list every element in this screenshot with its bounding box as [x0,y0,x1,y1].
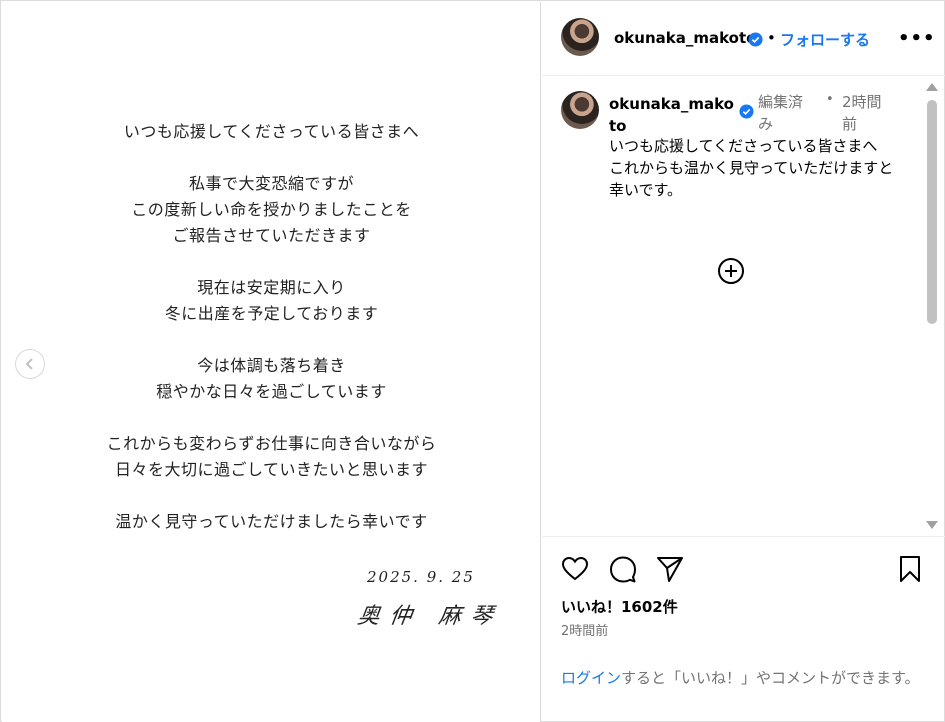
scrollbar-thumb[interactable] [927,100,937,324]
plus-circle-icon[interactable] [717,257,745,285]
more-options-icon[interactable]: ••• [898,28,936,49]
comment-username[interactable]: okunaka_makoto [609,93,734,137]
caption-text: いつも応援してくださっている皆さまへ これからも温かく見守っていただけますと幸い… [609,135,899,201]
header-separator: • [767,29,776,47]
letter-paragraph: 現在は安定期に入り 冬に出産を予定しております [2,275,541,327]
comment-timestamp[interactable]: 2時間前 [842,91,892,135]
caption-line: いつも応援してくださっている皆さまへ [609,137,878,155]
post-header: okunaka_makoto • フォローする ••• [542,2,945,76]
letter-line: 温かく見守っていただけましたら幸いです [115,512,428,531]
letter-date: 2025. 9. 25 [367,568,475,586]
verified-badge-icon [739,104,754,119]
letter-line: 今は体調も落ち着き [197,356,346,375]
avatar[interactable] [561,18,599,56]
letter-line: この度新しい命を授かりましたことを [131,200,412,219]
like-count[interactable]: いいね！1602件 [561,596,678,617]
caption-line: これからも温かく見守っていただけますと幸いです。 [609,159,894,199]
letter-line: 現在は安定期に入り [197,278,346,297]
letter-text: いつも応援してくださっている皆さまへ 私事で大変恐縮ですが この度新しい命を授か… [2,119,541,561]
post-timestamp[interactable]: 2時間前 [561,620,608,639]
previous-image-button[interactable] [15,349,45,379]
letter-paragraph: 今は体調も落ち着き 穏やかな日々を過ごしています [2,353,541,405]
letter-line: これからも変わらずお仕事に向き合いながら [106,434,437,453]
avatar[interactable] [561,91,599,129]
scroll-up-arrow[interactable] [926,83,938,91]
letter-paragraph: 温かく見守っていただけましたら幸いです [2,509,541,535]
login-prompt: ログインすると「いいね！」やコメントができます。 [561,667,931,689]
letter-line: 冬に出産を予定しております [164,304,379,323]
post-sidebar: okunaka_makoto • フォローする ••• okunaka_mako… [542,2,945,722]
letter-line: 日々を大切に過ごしていきたいと思います [114,460,429,479]
action-bar [542,551,945,591]
comments-section: okunaka_makoto 編集済み • 2時間前 いつも応援してくださってい… [542,77,945,537]
letter-line: ご報告させていただきます [172,226,371,245]
letter-paragraph: これからも変わらずお仕事に向き合いながら 日々を大切に過ごしていきたいと思います [2,431,541,483]
follow-button[interactable]: フォローする [780,29,870,50]
letter-paragraph: 私事で大変恐縮ですが この度新しい命を授かりましたことを ご報告させていただきま… [2,171,541,249]
letter-paragraph: いつも応援してくださっている皆さまへ [2,119,541,145]
letter-line: いつも応援してくださっている皆さまへ [123,122,420,141]
handwritten-signature: 奥仲 麻琴 [355,604,505,629]
comment-icon[interactable] [608,554,638,584]
header-username[interactable]: okunaka_makoto [614,29,756,47]
letter-line: 私事で大変恐縮ですが [188,174,354,193]
post-image: いつも応援してくださっている皆さまへ 私事で大変恐縮ですが この度新しい命を授か… [2,2,541,722]
comment-separator: • [826,92,834,107]
chevron-left-icon [25,358,33,370]
scroll-down-arrow[interactable] [926,521,938,529]
login-prompt-text: すると「いいね！」やコメントができます。 [621,669,920,687]
post-dialog: いつも応援してくださっている皆さまへ 私事で大変恐縮ですが この度新しい命を授か… [0,0,945,722]
heart-icon[interactable] [560,554,590,584]
verified-badge-icon [748,32,763,47]
login-link[interactable]: ログイン [561,669,621,687]
edited-label: 編集済み [758,93,804,133]
send-icon[interactable] [655,554,685,584]
letter-line: 穏やかな日々を過ごしています [156,382,387,401]
bookmark-icon[interactable] [895,554,925,584]
